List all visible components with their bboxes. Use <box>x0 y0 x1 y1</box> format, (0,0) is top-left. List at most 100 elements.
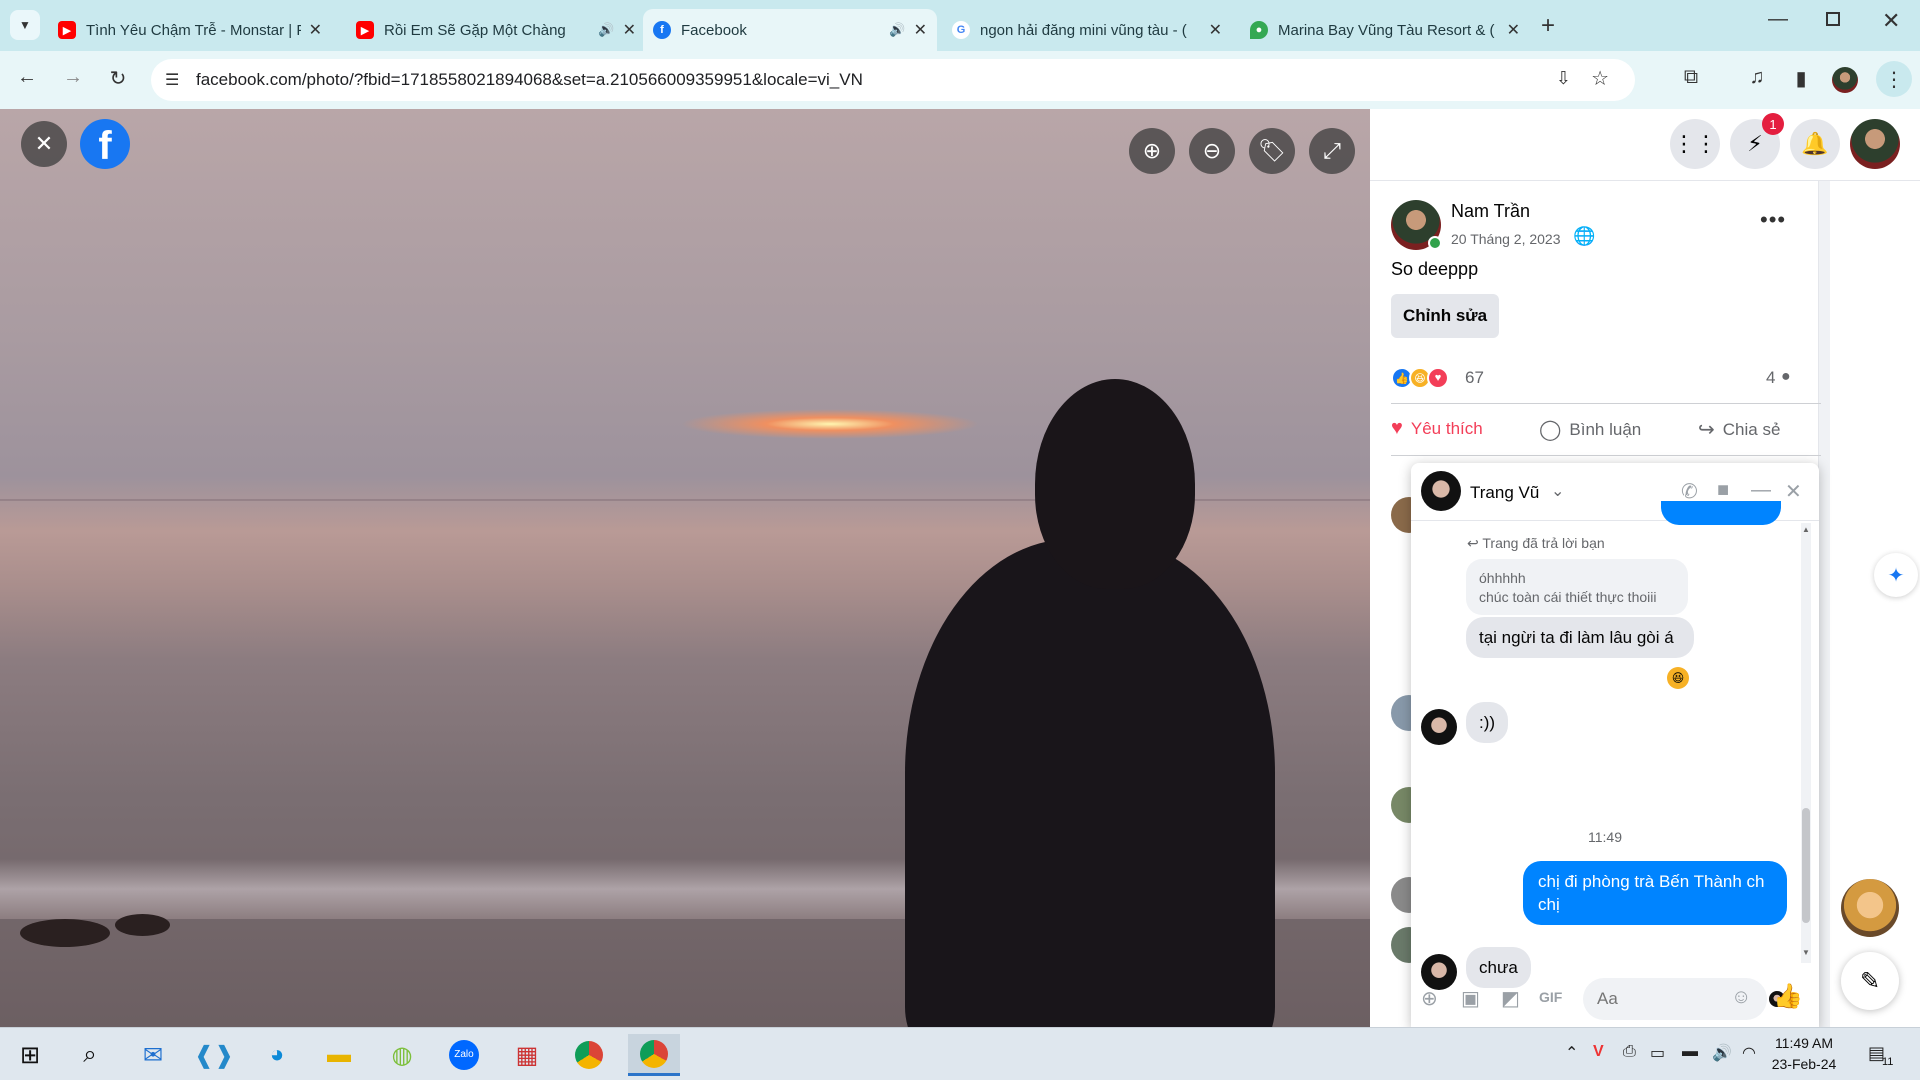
address-bar[interactable]: ☰ facebook.com/photo/?fbid=1718558021894… <box>151 59 1635 101</box>
received-message[interactable]: :)) <box>1466 702 1509 743</box>
system-clock[interactable]: 11:49 AM 23-Feb-24 <box>1760 1033 1848 1075</box>
comment-button[interactable]: ◯ Bình luận <box>1539 417 1641 442</box>
scroll-up-arrow-icon[interactable]: ▲ <box>1802 525 1810 534</box>
fullscreen-icon[interactable]: ⤢ <box>1309 128 1355 174</box>
gif-icon[interactable]: GIF <box>1539 989 1562 1005</box>
browser-tab[interactable]: ● Marina Bay Vũng Tàu Resort & ( ✕ <box>1240 9 1530 51</box>
vivaldi-tray-icon[interactable]: V <box>1593 1043 1604 1061</box>
new-message-icon[interactable]: ✎ <box>1841 952 1899 1010</box>
install-app-icon[interactable]: ⇩ <box>1556 68 1571 89</box>
close-tab-icon[interactable]: ✕ <box>914 20 927 40</box>
close-tab-icon[interactable]: ✕ <box>309 20 322 40</box>
quoted-message[interactable]: óhhhhh chúc toàn cái thiết thực thoiii <box>1466 559 1688 615</box>
vscode-icon[interactable]: ❰❱ <box>193 1034 235 1076</box>
heart-icon: ♥ <box>1391 417 1403 439</box>
extensions-icon[interactable]: ⧉ <box>1676 66 1706 89</box>
received-message[interactable]: tại ngừi ta đi làm lâu gòi á <box>1466 617 1694 658</box>
app-icon[interactable]: ▦ <box>506 1034 548 1076</box>
close-chat-icon[interactable]: ✕ <box>1785 479 1802 504</box>
sent-bubble-top-edge <box>1661 501 1781 525</box>
profile-avatar[interactable] <box>1832 67 1858 93</box>
chat-head-avatar[interactable] <box>1841 879 1899 937</box>
emoji-icon[interactable]: ☺ <box>1731 986 1751 1009</box>
close-window-icon[interactable]: ✕ <box>1882 8 1900 34</box>
display-icon[interactable]: ▭ <box>1650 1043 1665 1063</box>
chat-scrollbar[interactable]: ▲ ▼ <box>1801 523 1811 963</box>
close-photo-button[interactable]: ✕ <box>21 121 67 167</box>
speaker-icon[interactable]: 🔊 <box>889 22 905 38</box>
tag-icon[interactable]: 🏷 <box>1249 128 1295 174</box>
divider <box>1391 455 1821 456</box>
back-icon[interactable]: ← <box>12 66 42 89</box>
browser-tab[interactable]: G ngon hải đăng mini vũng tàu - ( ✕ <box>942 9 1232 51</box>
author-name[interactable]: Nam Trần <box>1451 201 1530 222</box>
minimize-icon[interactable]: — <box>1768 8 1788 31</box>
chat-scroll-thumb[interactable] <box>1802 808 1810 923</box>
camera-icon[interactable]: ⎙ <box>1623 1043 1636 1061</box>
notification-count: 11 <box>1882 1056 1894 1068</box>
scroll-down-arrow-icon[interactable]: ▼ <box>1802 948 1810 957</box>
chat-avatar[interactable] <box>1421 471 1461 511</box>
windows-start-icon[interactable]: ⊞ <box>9 1034 51 1076</box>
zoom-in-icon[interactable]: ⊕ <box>1129 128 1175 174</box>
messenger-chat-window: Trang Vũ ⌄ ✆ ■ — ✕ ↩ Trang đã trả lời bạ… <box>1411 463 1819 1028</box>
panel-scrollbar[interactable] <box>1818 181 1830 1027</box>
plus-circle-icon[interactable]: ⊕ <box>1421 986 1438 1011</box>
site-info-icon[interactable]: ☰ <box>165 70 179 90</box>
speaker-icon[interactable]: 🔊 <box>598 22 614 38</box>
coccoc-icon[interactable]: ◍ <box>381 1034 423 1076</box>
chevron-up-icon[interactable]: ⌃ <box>1565 1043 1578 1063</box>
reaction-icons[interactable]: 👍 😆 ♥ <box>1391 366 1449 390</box>
comment-count[interactable]: 4 <box>1766 368 1775 388</box>
restore-icon[interactable] <box>1826 12 1840 26</box>
new-tab-icon[interactable]: + <box>1541 12 1555 40</box>
windows-taskbar: ⊞ ⌕ ✉ ❰❱ ◕ ▬ ◍ Zalo ▦ ⌃ V ⎙ ▭ ▬ 🔊 ◠ 11:4… <box>0 1027 1920 1080</box>
notifications-bell-icon[interactable]: 🔔 <box>1790 119 1840 169</box>
reaction-count[interactable]: 67 <box>1465 368 1484 388</box>
chrome-menu-icon[interactable]: ⋮ <box>1876 61 1912 97</box>
photo-image[interactable] <box>0 109 1370 1027</box>
facebook-logo-icon[interactable]: f <box>80 119 130 169</box>
reload-icon[interactable]: ↻ <box>103 66 133 91</box>
comment-icon: ◯ <box>1539 419 1562 441</box>
meta-ai-icon[interactable]: ✦ <box>1874 553 1918 597</box>
side-panel-icon[interactable]: ▮ <box>1786 66 1816 91</box>
account-avatar[interactable] <box>1850 119 1900 169</box>
share-button[interactable]: ↪ Chia sẻ <box>1698 417 1780 442</box>
browser-tab-active[interactable]: f Facebook 🔊 ✕ <box>643 9 937 51</box>
tab-search-button[interactable]: ▼ <box>10 10 40 40</box>
chrome-profile-icon[interactable] <box>628 1034 680 1076</box>
file-explorer-icon[interactable]: ▬ <box>318 1034 360 1076</box>
browser-tab[interactable]: ▶ Tình Yêu Chậm Trễ - Monstar | F ✕ <box>48 9 332 51</box>
menu-grid-icon[interactable]: ⋮⋮ <box>1670 119 1720 169</box>
wifi-icon[interactable]: ◠ <box>1742 1043 1756 1063</box>
close-tab-icon[interactable]: ✕ <box>1209 20 1222 40</box>
chevron-down-icon[interactable]: ⌄ <box>1551 481 1564 501</box>
edge-icon[interactable]: ◕ <box>256 1034 298 1076</box>
chrome-icon[interactable] <box>568 1034 610 1076</box>
battery-icon[interactable]: ▬ <box>1682 1043 1698 1061</box>
post-date[interactable]: 20 Tháng 2, 2023 <box>1451 231 1561 247</box>
zoom-out-icon[interactable]: ⊖ <box>1189 128 1235 174</box>
minimize-chat-icon[interactable]: — <box>1751 479 1771 502</box>
bookmark-star-icon[interactable]: ☆ <box>1591 66 1609 91</box>
image-icon[interactable]: ▣ <box>1461 986 1480 1011</box>
edit-button[interactable]: Chỉnh sửa <box>1391 294 1499 338</box>
media-control-icon[interactable]: ♫ <box>1742 66 1772 89</box>
volume-icon[interactable]: 🔊 <box>1712 1043 1732 1063</box>
search-icon[interactable]: ⌕ <box>69 1034 111 1076</box>
sent-message[interactable]: chị đi phòng trà Bến Thành ch chị <box>1523 861 1787 925</box>
love-button[interactable]: ♥ Yêu thích <box>1391 417 1483 440</box>
forward-icon[interactable]: → <box>58 66 88 89</box>
sticker-icon[interactable]: ◩ <box>1501 986 1520 1011</box>
close-tab-icon[interactable]: ✕ <box>623 20 636 40</box>
close-tab-icon[interactable]: ✕ <box>1507 20 1520 40</box>
chat-contact-name[interactable]: Trang Vũ <box>1470 483 1539 503</box>
more-options-icon[interactable]: ••• <box>1760 207 1786 233</box>
divider <box>1391 403 1821 404</box>
mail-icon[interactable]: ✉ <box>132 1034 174 1076</box>
thumbs-up-send-icon[interactable]: 👍 <box>1773 982 1803 1011</box>
video-call-icon[interactable]: ■ <box>1717 479 1729 502</box>
zalo-icon[interactable]: Zalo <box>443 1034 485 1076</box>
browser-tab[interactable]: ▶ Rồi Em Sẽ Gặp Một Chàng 🔊 ✕ <box>346 9 646 51</box>
